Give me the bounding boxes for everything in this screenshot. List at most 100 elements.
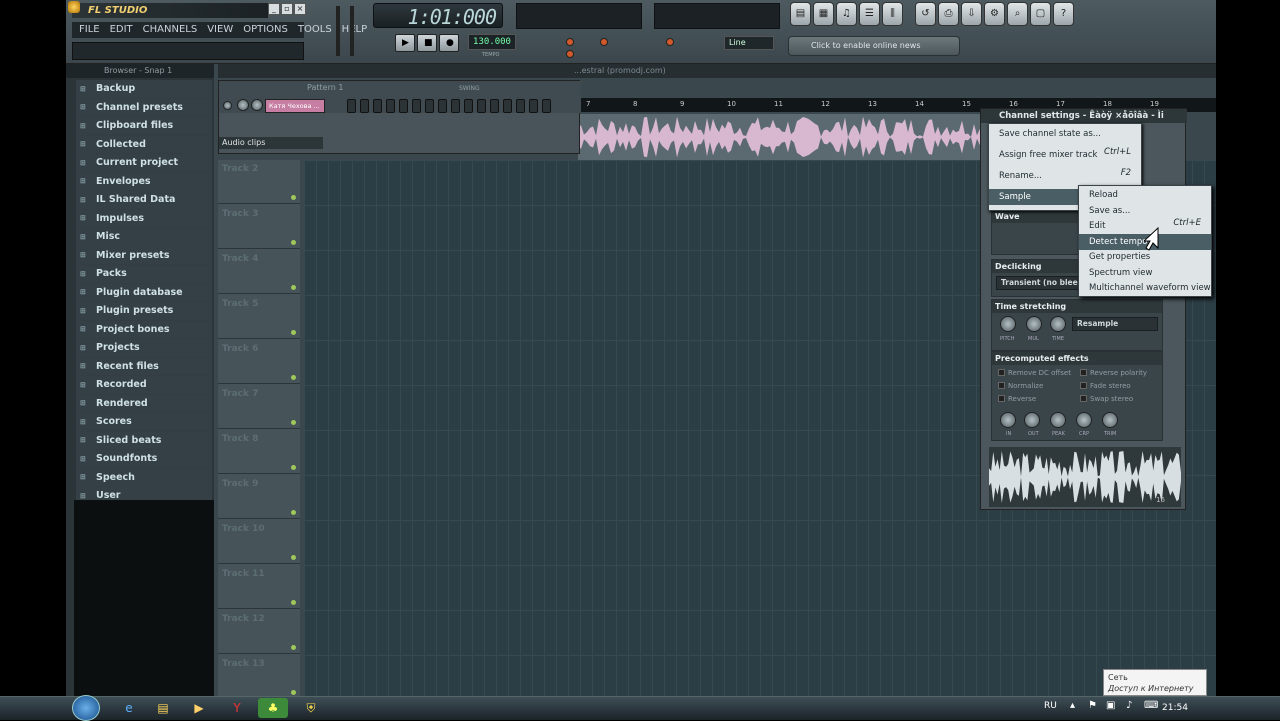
browser-button[interactable]: ☰ bbox=[859, 2, 880, 26]
tray-arrow-icon[interactable]: ▴ bbox=[1070, 700, 1075, 711]
stretch-mode-select[interactable]: Resample bbox=[1072, 317, 1158, 331]
track-header[interactable]: Track 5 bbox=[218, 295, 300, 339]
menu-item[interactable]: Multichannel waveform view bbox=[1079, 280, 1211, 296]
track-led-icon[interactable] bbox=[291, 690, 296, 695]
keyboard-icon[interactable]: ⌨ bbox=[1144, 700, 1158, 711]
browser-item[interactable]: ⊞ Plugin database bbox=[76, 283, 212, 302]
track-led-icon[interactable] bbox=[291, 555, 296, 560]
browser-item[interactable]: ⊞ Backup bbox=[76, 80, 212, 99]
track-header[interactable]: Track 7 bbox=[218, 385, 300, 429]
menu-options[interactable]: OPTIONS bbox=[240, 22, 291, 38]
track-header[interactable]: Track 4 bbox=[218, 250, 300, 294]
step-button[interactable] bbox=[451, 99, 460, 113]
network-icon[interactable]: ▣ bbox=[1106, 700, 1115, 711]
restore-icon[interactable]: ▫ bbox=[281, 3, 293, 15]
fade-stereo-checkbox[interactable]: Fade stereo bbox=[1080, 379, 1162, 392]
sample-waveform-view[interactable]: 16 bbox=[989, 447, 1181, 507]
render-button[interactable]: ⇩ bbox=[961, 2, 982, 26]
step-button[interactable] bbox=[503, 99, 512, 113]
track-led-icon[interactable] bbox=[291, 600, 296, 605]
close-icon[interactable]: × bbox=[294, 3, 306, 15]
channel-name-button[interactable]: Катя Чехова ... bbox=[265, 99, 325, 113]
browser-item[interactable]: ⊞ Recorded bbox=[76, 376, 212, 395]
step-button[interactable] bbox=[386, 99, 395, 113]
snap-mode-select[interactable]: Line bbox=[724, 36, 774, 50]
media-taskbar-button[interactable]: ▶ bbox=[184, 698, 214, 718]
browser-item[interactable]: ⊞ Current project bbox=[76, 154, 212, 173]
norton-taskbar-button[interactable]: ⛨ bbox=[296, 698, 326, 718]
flstudio-taskbar-button[interactable]: ♣ bbox=[258, 698, 288, 718]
save-button[interactable]: ⎙ bbox=[938, 2, 959, 26]
channel-volume-knob[interactable] bbox=[251, 99, 263, 111]
track-led-icon[interactable] bbox=[291, 645, 296, 650]
online-news-toggle[interactable]: Click to enable online news bbox=[788, 36, 960, 56]
browser-item[interactable]: ⊞ Scores bbox=[76, 413, 212, 432]
track-header[interactable]: Track 9 bbox=[218, 475, 300, 519]
pitch-knob[interactable] bbox=[1000, 316, 1016, 332]
reverse-checkbox[interactable]: Reverse bbox=[998, 392, 1078, 405]
menu-tools[interactable]: TOOLS bbox=[295, 22, 335, 38]
step-button[interactable] bbox=[412, 99, 421, 113]
menu-channels[interactable]: CHANNELS bbox=[140, 22, 201, 38]
language-indicator[interactable]: RU bbox=[1044, 701, 1057, 711]
step-button[interactable] bbox=[399, 99, 408, 113]
track-header[interactable]: Track 6 bbox=[218, 340, 300, 384]
ie-taskbar-button[interactable]: e bbox=[114, 698, 144, 718]
track-header[interactable]: Track 13 bbox=[218, 655, 300, 696]
step-button[interactable] bbox=[529, 99, 538, 113]
master-volume-slider[interactable] bbox=[336, 6, 340, 56]
start-button[interactable] bbox=[72, 695, 100, 721]
step-button[interactable] bbox=[464, 99, 473, 113]
track-header[interactable]: Track 2 bbox=[218, 160, 300, 204]
menu-view[interactable]: VIEW bbox=[204, 22, 236, 38]
step-button[interactable] bbox=[542, 99, 551, 113]
in-knob[interactable] bbox=[1000, 412, 1016, 428]
flag-icon[interactable]: ⚑ bbox=[1088, 700, 1097, 711]
search-button[interactable]: ⌕ bbox=[1007, 2, 1028, 26]
help-button[interactable]: ? bbox=[1053, 2, 1074, 26]
step-button[interactable] bbox=[347, 99, 356, 113]
browser-item[interactable]: ⊞ Packs bbox=[76, 265, 212, 284]
browser-item[interactable]: ⊞ Sliced beats bbox=[76, 431, 212, 450]
pianoroll-button[interactable]: ♫ bbox=[836, 2, 857, 26]
track-header[interactable]: Track 3 bbox=[218, 205, 300, 249]
menu-item[interactable]: Spectrum view bbox=[1079, 265, 1211, 281]
menu-item[interactable]: Reload bbox=[1079, 187, 1211, 203]
remove-dc-checkbox[interactable]: Remove DC offset bbox=[998, 366, 1078, 379]
step-button[interactable] bbox=[490, 99, 499, 113]
stop-button[interactable]: ■ bbox=[417, 34, 437, 52]
browser-item[interactable]: ⊞ Impulses bbox=[76, 209, 212, 228]
step-button[interactable] bbox=[516, 99, 525, 113]
track-led-icon[interactable] bbox=[291, 420, 296, 425]
audio-clip-waveform[interactable] bbox=[578, 114, 998, 160]
swap-stereo-checkbox[interactable]: Swap stereo bbox=[1080, 392, 1162, 405]
step-button[interactable] bbox=[425, 99, 434, 113]
file-button[interactable]: ▢ bbox=[1030, 2, 1051, 26]
track-led-icon[interactable] bbox=[291, 330, 296, 335]
track-led-icon[interactable] bbox=[291, 465, 296, 470]
browser-item[interactable]: ⊞ Recent files bbox=[76, 357, 212, 376]
channel-pan-knob[interactable] bbox=[237, 99, 249, 111]
loop-led-icon[interactable] bbox=[566, 50, 574, 58]
menu-item[interactable]: Assign free mixer track Ctrl+L bbox=[989, 147, 1141, 163]
menu-file[interactable]: FILE bbox=[76, 22, 103, 38]
step-button[interactable] bbox=[438, 99, 447, 113]
track-header[interactable]: Track 10 bbox=[218, 520, 300, 564]
browser-item[interactable]: ⊞ Envelopes bbox=[76, 172, 212, 191]
menu-item[interactable]: Save channel state as... bbox=[989, 126, 1141, 142]
browser-item[interactable]: ⊞ Plugin presets bbox=[76, 302, 212, 321]
record-led-icon[interactable] bbox=[566, 38, 574, 46]
browser-item[interactable]: ⊞ Misc bbox=[76, 228, 212, 247]
browser-item[interactable]: ⊞ Clipboard files bbox=[76, 117, 212, 136]
menu-edit[interactable]: EDIT bbox=[107, 22, 136, 38]
reverse-polarity-checkbox[interactable]: Reverse polarity bbox=[1080, 366, 1162, 379]
undo-button[interactable]: ↺ bbox=[915, 2, 936, 26]
normalize-checkbox[interactable]: Normalize bbox=[998, 379, 1078, 392]
step-button[interactable] bbox=[360, 99, 369, 113]
playlist-button[interactable]: ▤ bbox=[790, 2, 811, 26]
mixer-button[interactable]: ⫼ bbox=[882, 2, 903, 26]
track-header[interactable]: Track 12 bbox=[218, 610, 300, 654]
track-led-icon[interactable] bbox=[291, 285, 296, 290]
browser-item[interactable]: ⊞ Rendered bbox=[76, 394, 212, 413]
browser-item[interactable]: ⊞ Speech bbox=[76, 468, 212, 487]
